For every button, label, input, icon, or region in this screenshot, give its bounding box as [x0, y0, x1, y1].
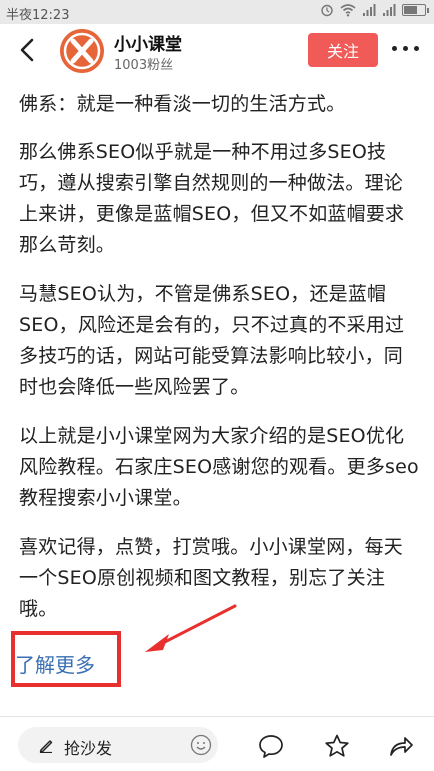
- article-paragraph: 佛系：就是一种看淡一切的生活方式。: [19, 93, 346, 115]
- wifi-icon: [340, 4, 356, 17]
- account-name[interactable]: 小小课堂: [114, 30, 182, 55]
- learn-more-link[interactable]: 了解更多: [15, 649, 95, 678]
- comment-placeholder: 抢沙发: [64, 739, 113, 758]
- article-paragraph: 马慧SEO认为，不管是佛系SEO，还是蓝帽SEO，风险还是会有的，只不过真的不采…: [19, 283, 405, 398]
- follow-button[interactable]: 关注: [308, 33, 378, 67]
- back-arrow-icon[interactable]: [14, 36, 42, 64]
- share-icon[interactable]: [388, 733, 414, 759]
- comment-input[interactable]: 抢沙发: [18, 727, 218, 763]
- article-paragraph: 那么佛系SEO似乎就是一种不用过多SEO技巧，遵从搜索引擎自然规则的一种做法。理…: [19, 141, 405, 256]
- alarm-icon: [321, 4, 333, 17]
- logo-icon: [60, 29, 104, 73]
- more-dots-icon[interactable]: [392, 46, 419, 51]
- star-icon[interactable]: [324, 733, 350, 759]
- status-bar: 半夜12:23: [0, 0, 434, 24]
- fans-count: 1003粉丝: [114, 58, 174, 73]
- pen-icon: [39, 740, 53, 753]
- bottom-bar: 抢沙发: [0, 717, 434, 771]
- emoji-icon[interactable]: [190, 734, 212, 756]
- avatar[interactable]: [60, 29, 104, 73]
- signal-icon-2: [383, 4, 396, 16]
- comment-icon[interactable]: [258, 733, 284, 759]
- status-icons: [320, 3, 429, 17]
- article-header: 小小课堂 1003粉丝 关注: [0, 24, 434, 76]
- signal-icon: [363, 4, 376, 16]
- article-paragraph: 以上就是小小课堂网为大家介绍的是SEO优化风险教程。石家庄SEO感谢您的观看。更…: [19, 425, 419, 509]
- battery-icon: [402, 4, 429, 16]
- annotation-arrow-icon: [145, 604, 237, 652]
- status-time: 半夜12:23: [6, 8, 70, 23]
